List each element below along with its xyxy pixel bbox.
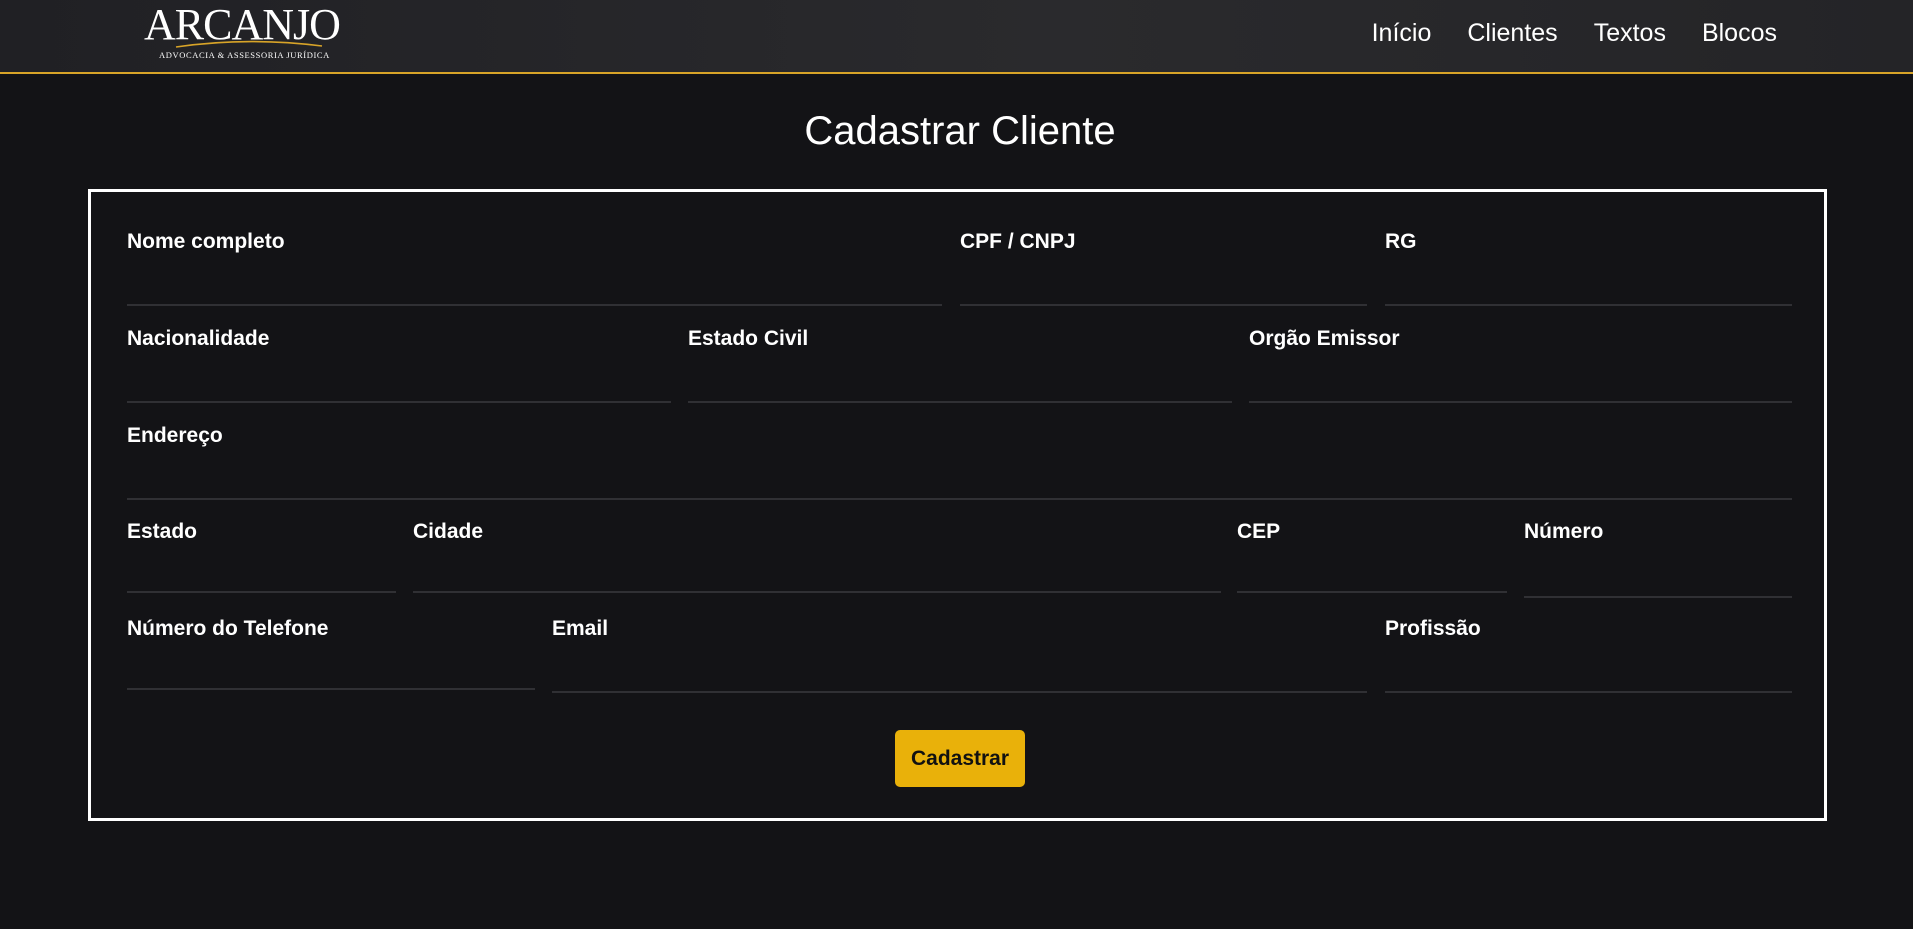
numero-label: Número [1524,520,1604,543]
cidade-label: Cidade [413,520,484,543]
orgao-emissor-label: Orgão Emissor [1249,327,1400,350]
cep-label: CEP [1237,520,1281,543]
email-label: Email [552,617,609,640]
email-input[interactable] [552,661,1367,693]
field-cidade: Cidade [413,520,1221,593]
field-numero: Número [1524,520,1792,598]
cadastrar-button[interactable]: Cadastrar [895,730,1025,787]
field-orgao-emissor: Orgão Emissor [1249,327,1792,403]
field-profissao: Profissão [1385,617,1792,693]
numero-input[interactable] [1524,566,1792,598]
nome-completo-input[interactable] [127,274,942,306]
field-email: Email [552,617,1367,693]
estado-civil-input[interactable] [688,371,1232,403]
profissao-input[interactable] [1385,661,1792,693]
field-endereco: Endereço [127,424,1792,500]
arcanjo-logo[interactable]: ARCANJO Advocacia & Assessoria Jurídica [144,2,341,64]
field-estado: Estado [127,520,396,593]
rg-input[interactable] [1385,274,1792,306]
cpf-cnpj-input[interactable] [960,274,1367,306]
telefone-input[interactable] [127,658,535,690]
field-cpf-cnpj: CPF / CNPJ [960,230,1367,306]
page-title: Cadastrar Cliente [804,109,1116,153]
estado-input[interactable] [127,561,396,593]
telefone-label: Número do Telefone [127,617,329,640]
logo-tagline: Advocacia & Assessoria Jurídica [159,50,330,60]
nacionalidade-input[interactable] [127,371,671,403]
nome-completo-label: Nome completo [127,230,285,253]
main-nav: Início Clientes Textos Blocos [1372,18,1777,48]
nacionalidade-label: Nacionalidade [127,327,270,350]
nav-link-blocos[interactable]: Blocos [1702,18,1777,48]
estado-label: Estado [127,520,198,543]
cep-input[interactable] [1237,561,1507,593]
field-nome-completo: Nome completo [127,230,942,306]
nav-link-clientes[interactable]: Clientes [1467,18,1557,48]
field-nacionalidade: Nacionalidade [127,327,671,403]
field-cep: CEP [1237,520,1507,593]
cidade-input[interactable] [413,561,1221,593]
endereco-input[interactable] [127,468,1792,500]
nav-link-textos[interactable]: Textos [1594,18,1666,48]
profissao-label: Profissão [1385,617,1481,640]
endereco-label: Endereço [127,424,223,447]
field-telefone: Número do Telefone [127,617,535,690]
cpf-cnpj-label: CPF / CNPJ [960,230,1076,253]
nav-link-inicio[interactable]: Início [1372,18,1432,48]
top-navbar: ARCANJO Advocacia & Assessoria Jurídica … [0,0,1913,74]
estado-civil-label: Estado Civil [688,327,809,350]
field-rg: RG [1385,230,1792,306]
orgao-emissor-input[interactable] [1249,371,1792,403]
logo-swoosh-icon [175,40,323,48]
field-estado-civil: Estado Civil [688,327,1232,403]
rg-label: RG [1385,230,1417,253]
